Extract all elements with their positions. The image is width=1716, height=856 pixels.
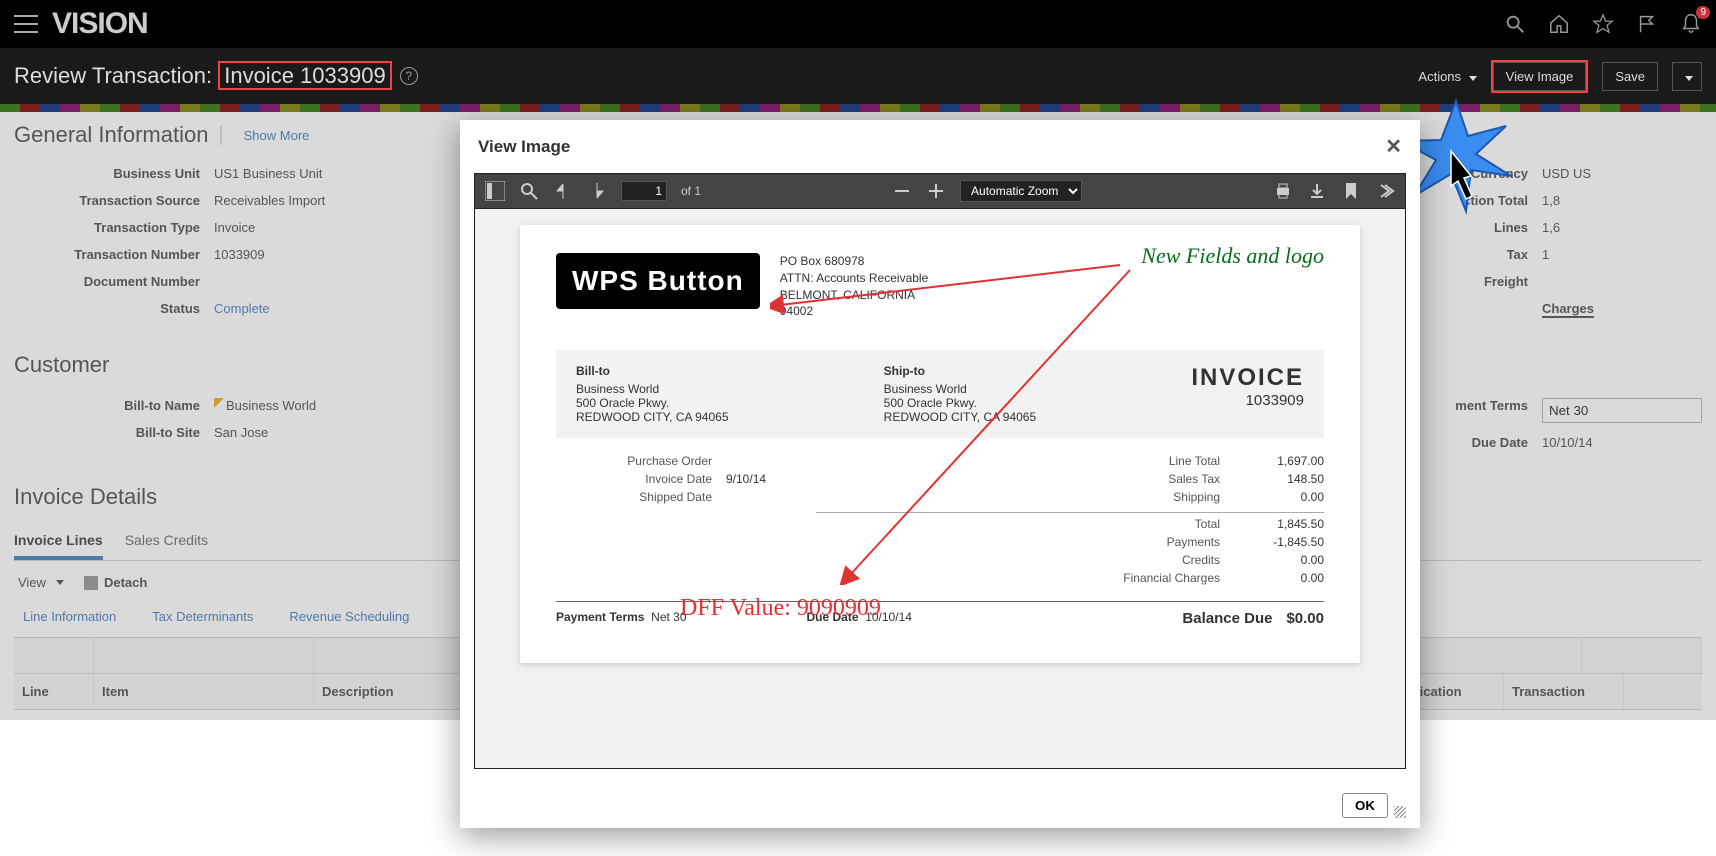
view-image-modal: View Image ✕ of 1 Automatic Zoom New Fie… <box>460 120 1420 828</box>
view-image-button[interactable]: View Image <box>1493 62 1587 91</box>
help-icon[interactable]: ? <box>400 67 418 85</box>
ship-to-block: Ship-to Business World 500 Oracle Pkwy. … <box>884 364 1192 424</box>
payment-terms-field[interactable] <box>1542 398 1702 423</box>
page-title-prefix: Review Transaction: <box>14 63 212 88</box>
chevron-down-icon <box>1685 76 1693 81</box>
star-icon[interactable] <box>1592 13 1614 35</box>
bill-to-name-value: Business World <box>214 398 316 413</box>
subtab-tax-determinants[interactable]: Tax Determinants <box>143 604 262 629</box>
business-unit-label: Business Unit <box>14 166 214 181</box>
page-title-highlight: Invoice 1033909 <box>218 61 391 90</box>
next-page-icon[interactable] <box>587 181 607 201</box>
zoom-in-icon[interactable] <box>926 181 946 201</box>
view-image-button-highlight: View Image <box>1491 60 1589 93</box>
app-logo: VISION <box>52 7 148 41</box>
actions-label: Actions <box>1418 69 1461 84</box>
transaction-source-label: Transaction Source <box>14 193 214 208</box>
pdf-page: New Fields and logo WPS Button PO Box 68… <box>520 225 1360 663</box>
detach-icon <box>84 576 98 590</box>
notification-badge: 9 <box>1696 6 1710 19</box>
payment-terms-input[interactable] <box>1542 398 1702 423</box>
invoice-summary: Purchase Order Invoice Date9/10/14 Shipp… <box>556 452 1324 587</box>
close-icon[interactable]: ✕ <box>1385 134 1402 159</box>
invoice-logo: WPS Button <box>556 253 760 309</box>
chevron-down-icon <box>56 580 64 585</box>
tab-invoice-lines[interactable]: Invoice Lines <box>14 524 103 560</box>
general-info-heading: General Information <box>14 122 208 148</box>
global-header: VISION 9 <box>0 0 1716 48</box>
print-icon[interactable] <box>1273 181 1293 201</box>
menu-icon[interactable] <box>14 15 38 33</box>
save-dropdown-button[interactable] <box>1672 62 1702 91</box>
download-icon[interactable] <box>1307 181 1327 201</box>
sidebar-toggle-icon[interactable] <box>485 181 505 201</box>
modal-title: View Image <box>478 137 570 157</box>
transaction-type-value: Invoice <box>214 220 255 235</box>
modal-body: of 1 Automatic Zoom New Fields and logo … <box>460 173 1420 783</box>
home-icon[interactable] <box>1548 13 1570 35</box>
chevron-down-icon <box>1469 76 1477 81</box>
view-menu-button[interactable]: View <box>18 575 64 590</box>
page-subheader: Review Transaction: Invoice 1033909 ? Ac… <box>0 48 1716 104</box>
page-title: Review Transaction: Invoice 1033909 <box>14 63 392 89</box>
dirty-indicator-icon <box>214 398 224 408</box>
subtab-line-info[interactable]: Line Information <box>14 604 125 629</box>
modal-footer: OK <box>460 783 1420 828</box>
search-icon[interactable] <box>1504 13 1526 35</box>
decorative-stripe <box>0 104 1716 112</box>
col-item: Item <box>94 674 314 709</box>
annotation-new-fields: New Fields and logo <box>1141 243 1324 269</box>
document-number-label: Document Number <box>14 274 214 289</box>
currency-value: USD US <box>1542 166 1591 181</box>
col-transaction: Transaction <box>1504 674 1624 709</box>
pdf-search-icon[interactable] <box>519 181 539 201</box>
pdf-toolbar: of 1 Automatic Zoom <box>474 173 1406 209</box>
tab-sales-credits[interactable]: Sales Credits <box>125 524 208 560</box>
address-block: Bill-to Business World 500 Oracle Pkwy. … <box>556 350 1324 438</box>
subtab-revenue-scheduling[interactable]: Revenue Scheduling <box>280 604 418 629</box>
pdf-viewport[interactable]: New Fields and logo WPS Button PO Box 68… <box>474 209 1406 769</box>
transaction-source-value: Receivables Import <box>214 193 325 208</box>
modal-header: View Image ✕ <box>460 120 1420 173</box>
zoom-select[interactable]: Automatic Zoom <box>960 180 1082 202</box>
more-tools-icon[interactable] <box>1375 181 1395 201</box>
status-value[interactable]: Complete <box>214 301 270 316</box>
status-label: Status <box>14 301 214 316</box>
lines-value: 1,6 <box>1542 220 1560 235</box>
show-more-link[interactable]: Show More <box>244 128 310 143</box>
flag-icon[interactable] <box>1636 13 1658 35</box>
due-date-value: 10/10/14 <box>1542 435 1593 450</box>
bill-to-block: Bill-to Business World 500 Oracle Pkwy. … <box>576 364 884 424</box>
actions-dropdown[interactable]: Actions <box>1418 69 1476 84</box>
zoom-out-icon[interactable] <box>892 181 912 201</box>
save-button[interactable]: Save <box>1602 62 1658 91</box>
tax-value: 1 <box>1542 247 1549 262</box>
transaction-type-label: Transaction Type <box>14 220 214 235</box>
resize-handle-icon[interactable] <box>1394 806 1406 818</box>
bill-to-site-value: San Jose <box>214 425 268 440</box>
bill-to-site-label: Bill-to Site <box>14 425 214 440</box>
transaction-total-value: 1,8 <box>1542 193 1560 208</box>
invoice-title-block: INVOICE 1033909 <box>1191 364 1304 424</box>
col-line: Line <box>14 674 94 709</box>
business-unit-value: US1 Business Unit <box>214 166 322 181</box>
transaction-number-label: Transaction Number <box>14 247 214 262</box>
ok-button[interactable]: OK <box>1342 793 1388 818</box>
prev-page-icon[interactable] <box>553 181 573 201</box>
balance-row: Payment Terms Net 30 Due Date 10/10/14 B… <box>556 601 1324 627</box>
annotation-dff-value: DFF Value: 9090909 <box>680 595 881 622</box>
detach-button[interactable]: Detach <box>84 575 147 590</box>
bookmark-icon[interactable] <box>1341 181 1361 201</box>
pdf-page-input[interactable] <box>621 181 667 201</box>
notifications-icon-wrap[interactable]: 9 <box>1680 12 1702 37</box>
pdf-page-total: of 1 <box>681 184 701 198</box>
charges-link[interactable]: Charges <box>1542 301 1594 318</box>
company-address: PO Box 680978 ATTN: Accounts Receivable … <box>780 253 929 320</box>
transaction-number-value: 1033909 <box>214 247 265 262</box>
bill-to-name-label: Bill-to Name <box>14 398 214 413</box>
